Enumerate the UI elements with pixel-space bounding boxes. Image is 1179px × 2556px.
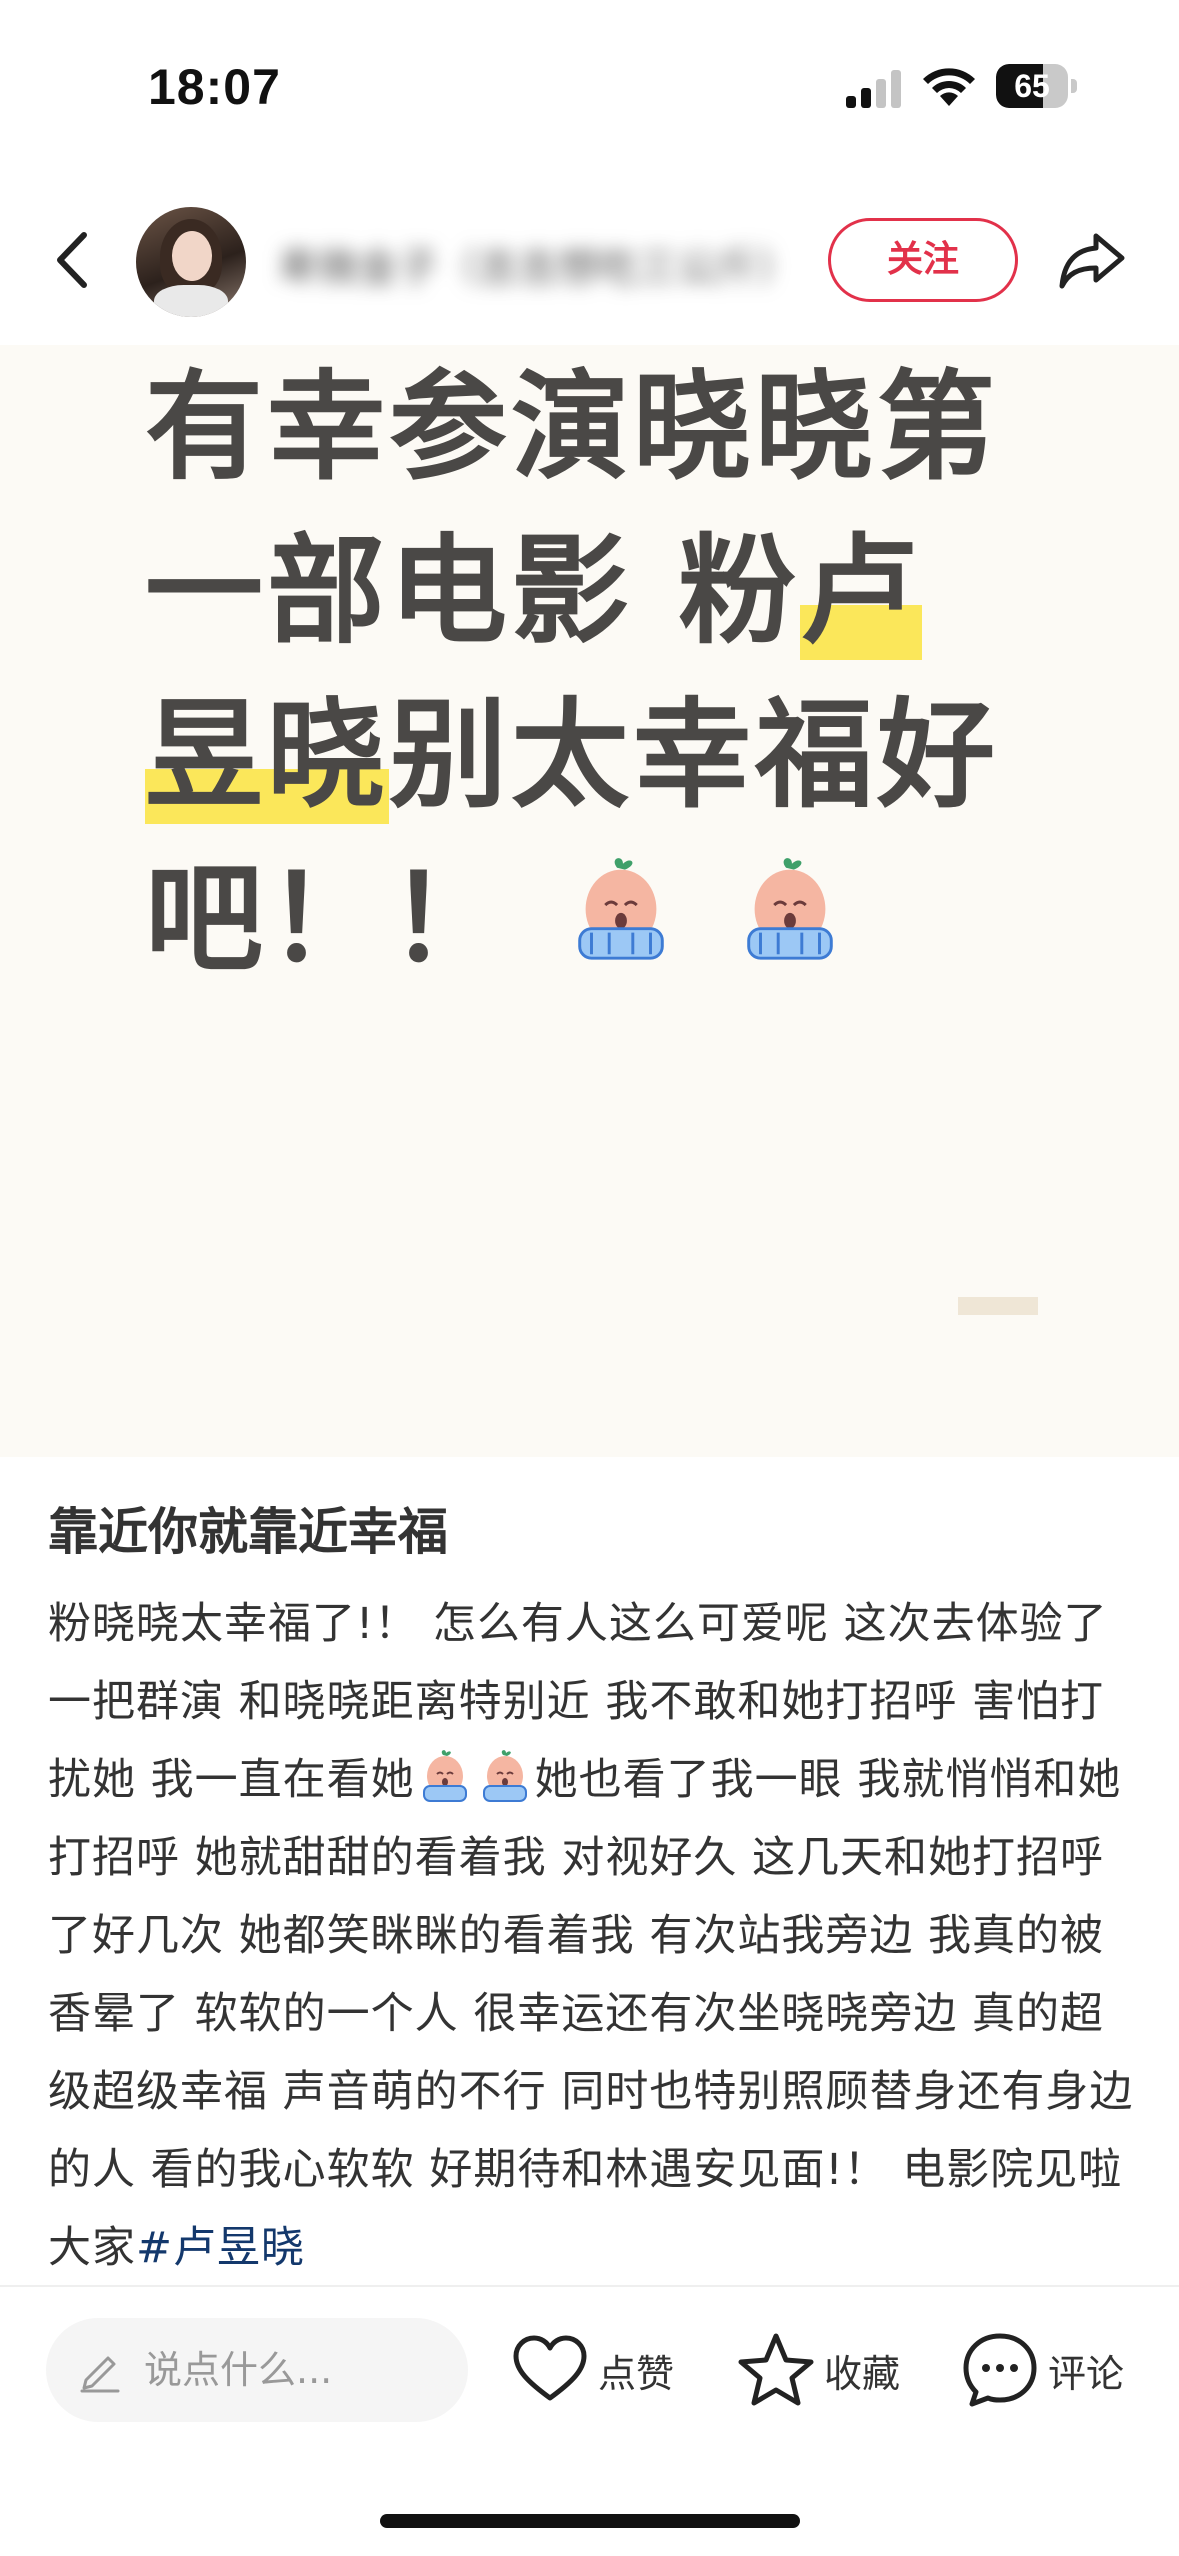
battery-percent: 65 <box>1014 68 1050 104</box>
post-body: 粉晓晓太幸福了!！ 怎么有人这么可爱呢 这次去体验了一把群演 和晓晓距离特别近 … <box>48 1585 1138 2287</box>
cover-line-4: 吧！！ <box>145 837 1045 1001</box>
cover-decoration <box>958 1297 1038 1315</box>
comment-label: 评论 <box>1048 2351 1125 2396</box>
cover-title: 有幸参演晓晓第 一部电影 粉卢 昱晓别太幸福好 吧！！ <box>145 345 1045 1001</box>
star-icon <box>738 2333 814 2406</box>
crying-peach-icon <box>482 1750 527 1802</box>
pencil-icon <box>80 2356 120 2393</box>
status-time: 18:07 <box>148 59 281 115</box>
follow-button[interactable]: 关注 <box>828 218 1018 302</box>
author-name[interactable]: 卑微金子（吉吉想吃三公斤） <box>278 235 778 289</box>
bottom-divider <box>0 2285 1179 2287</box>
cover-image[interactable]: 有幸参演晓晓第 一部电影 粉卢 昱晓别太幸福好 吧！！ <box>0 345 1179 1457</box>
avatar-face <box>172 231 212 281</box>
cover-line-1: 有幸参演晓晓第 <box>145 358 1000 496</box>
author-avatar[interactable] <box>136 207 246 317</box>
crying-peach-icon <box>747 858 833 960</box>
status-bar: 18:07 65 <box>0 0 1179 175</box>
collect-button[interactable]: 收藏 <box>736 2318 900 2422</box>
like-label: 点赞 <box>598 2351 675 2396</box>
home-indicator[interactable] <box>380 2514 800 2528</box>
crying-peach-icon <box>422 1750 467 1802</box>
share-arrow-icon[interactable] <box>1056 228 1128 292</box>
cover-line-3-text: 别太幸福好 <box>389 686 1000 824</box>
post-title: 靠近你就靠近幸福 <box>48 1503 448 1561</box>
chat-bubble-icon <box>963 2333 1037 2407</box>
comment-input[interactable]: 说点什么... <box>46 2318 468 2422</box>
cover-highlight-2: 昱晓 <box>145 686 390 824</box>
like-button[interactable]: 点赞 <box>510 2318 674 2422</box>
battery-indicator: 65 <box>996 64 1078 108</box>
collect-label: 收藏 <box>824 2351 901 2396</box>
avatar-shirt <box>154 285 228 317</box>
cover-line-2: 一部电影 粉卢 <box>145 509 1045 673</box>
post-header: 卑微金子（吉吉想吃三公斤） 关注 <box>0 195 1179 325</box>
hashtag-link[interactable]: #卢昱晓 <box>136 2223 305 2273</box>
cover-line-3: 昱晓别太幸福好 <box>145 673 1045 837</box>
comment-placeholder: 说点什么... <box>144 2348 333 2392</box>
crying-peach-icon <box>578 858 664 960</box>
post-body-text-2: 她也看了我一眼 我就悄悄和她打招呼 她就甜甜的看着我 对视好久 这几天和她打招呼… <box>48 1755 1134 2273</box>
battery-tip <box>1071 79 1077 93</box>
comment-button[interactable]: 评论 <box>960 2318 1124 2422</box>
heart-icon <box>513 2335 587 2401</box>
cover-line-2-text: 一部电影 粉 <box>145 522 801 660</box>
cellular-signal-icon <box>846 70 901 108</box>
chevron-left-icon[interactable] <box>48 225 98 295</box>
wifi-icon <box>923 68 975 106</box>
cover-line-4-text: 吧！！ <box>145 850 512 988</box>
cover-highlight-1: 卢 <box>800 522 923 660</box>
